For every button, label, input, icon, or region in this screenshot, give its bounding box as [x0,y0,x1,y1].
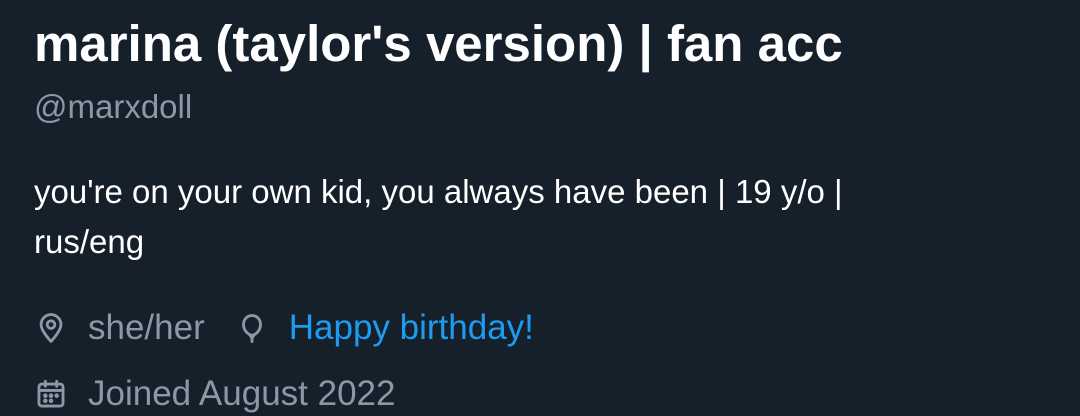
calendar-icon [34,377,68,411]
birthday-item: Happy birthday! [235,306,534,350]
location-text: she/her [88,308,205,347]
location-item: she/her [34,306,205,350]
profile-meta-row: she/her Happy birthday! [34,306,564,350]
balloon-icon [235,311,269,345]
joined-item: Joined August 2022 [34,372,395,416]
birthday-link[interactable]: Happy birthday! [289,306,534,350]
user-handle: @marxdoll [34,88,193,125]
bio: you're on your own kid, you always have … [34,167,1034,267]
joined-date: Joined August 2022 [88,374,396,413]
location-pin-icon [34,311,68,345]
profile-meta-row: Joined August 2022 [34,372,425,416]
bio-line: you're on your own kid, you always have … [34,173,843,210]
display-name: marina (taylor's version) | fan acc [34,15,843,72]
bio-line: rus/eng [34,223,145,260]
